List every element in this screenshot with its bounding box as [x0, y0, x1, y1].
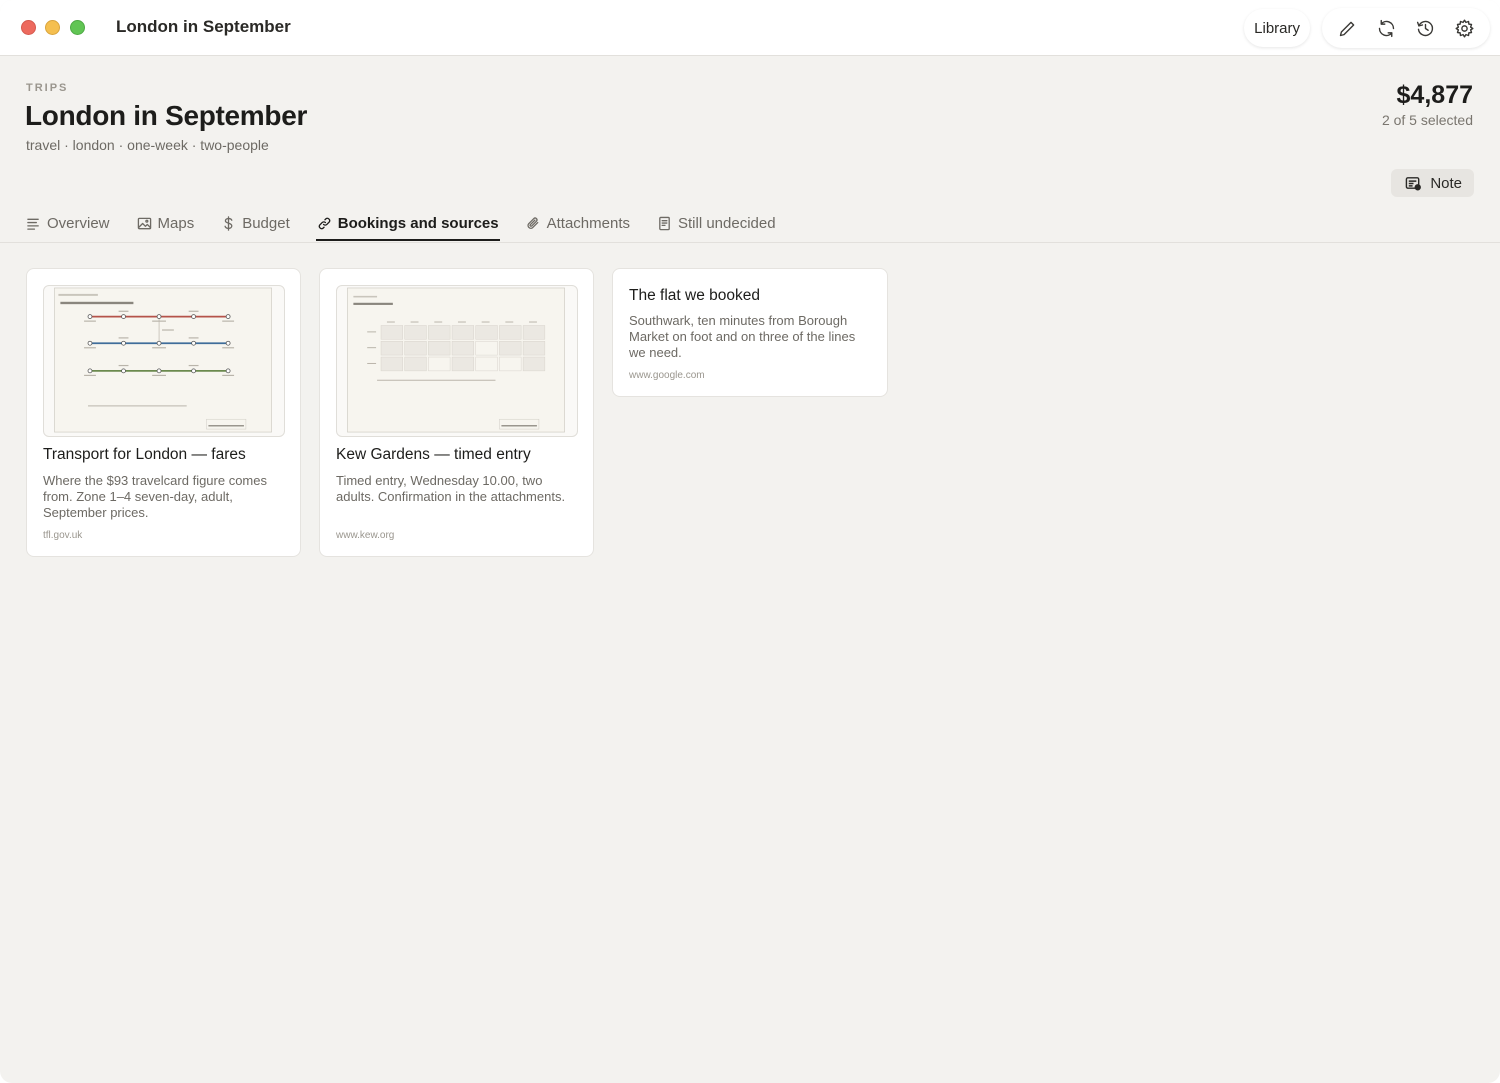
tag-list: travel · london · one-week · two-people [26, 137, 269, 153]
transit-diagram-thumbnail [54, 287, 272, 433]
paperclip-icon [527, 216, 538, 229]
card-thumbnail [336, 285, 578, 437]
card-source-link[interactable]: www.google.com [629, 370, 705, 381]
tab-bookings-and-sources[interactable]: Bookings and sources [315, 206, 500, 241]
card-description: Southwark, ten minutes from Borough Mark… [629, 313, 856, 360]
tab-still-undecided[interactable]: Still undecided [657, 206, 776, 240]
selection-count: 2 of 5 selected [1381, 112, 1473, 128]
sync-icon [1378, 19, 1395, 37]
tab-label: Budget [242, 214, 290, 232]
card-source-link[interactable]: www.kew.org [336, 530, 394, 541]
source-card-flat[interactable]: The flat we booked Southwark, ten minute… [612, 268, 888, 397]
card-title: Kew Gardens — timed entry [336, 446, 531, 463]
note-icon [1406, 176, 1422, 190]
tab-budget[interactable]: Budget [221, 206, 290, 240]
tab-label: Bookings and sources [337, 214, 499, 232]
edit-button[interactable] [1328, 10, 1367, 46]
card-title: Transport for London — fares [43, 446, 246, 463]
card-description: Timed entry, Wednesday 10.00, two adults… [336, 473, 566, 504]
total-amount: $4,877 [1396, 81, 1473, 109]
card-title: The flat we booked [629, 287, 760, 304]
page-title: London in September [25, 100, 308, 131]
tab-label: Still undecided [678, 214, 776, 232]
note-button-label: Note [1430, 174, 1462, 192]
card-source-link[interactable]: tfl.gov.uk [43, 530, 82, 541]
toolbar: Library [1244, 8, 1490, 48]
card-thumbnail [43, 285, 285, 437]
sync-button[interactable] [1367, 10, 1406, 46]
tab-overview[interactable]: Overview [26, 206, 110, 240]
schedule-grid-thumbnail [347, 287, 565, 433]
source-card-tfl[interactable]: Transport for London — fares Where the $… [26, 268, 301, 557]
close-window-button[interactable] [21, 20, 36, 35]
toolbar-icon-group [1322, 8, 1490, 48]
gear-icon [1455, 18, 1474, 38]
minimize-window-button[interactable] [45, 20, 60, 35]
library-button[interactable]: Library [1244, 9, 1310, 47]
pencil-icon [1339, 21, 1355, 36]
title-bar: London in September Library [0, 0, 1500, 56]
history-button[interactable] [1406, 10, 1445, 46]
tab-label: Overview [47, 214, 110, 232]
tab-label: Attachments [546, 214, 630, 232]
lines-icon [27, 218, 39, 230]
zoom-window-button[interactable] [70, 20, 85, 35]
tabs-divider [0, 242, 1500, 243]
history-icon [1416, 20, 1434, 36]
source-card-kew[interactable]: Kew Gardens — timed entry Timed entry, W… [319, 268, 594, 557]
dollar-icon [224, 215, 233, 231]
tab-attachments[interactable]: Attachments [526, 206, 630, 240]
card-description: Where the $93 travelcard figure comes fr… [43, 473, 267, 520]
document-icon [659, 216, 670, 230]
tab-bar: Overview Maps Budget Bookings and source… [26, 206, 803, 242]
app-window: London in September Library TRIPS London… [0, 0, 1500, 1083]
tab-label: Maps [157, 214, 195, 232]
tab-maps[interactable]: Maps [137, 206, 195, 240]
link-icon [318, 217, 331, 229]
breadcrumb[interactable]: TRIPS [26, 82, 68, 94]
note-button[interactable]: Note [1391, 169, 1474, 197]
image-icon [137, 217, 151, 229]
window-title: London in September [116, 17, 291, 36]
settings-button[interactable] [1445, 10, 1484, 46]
